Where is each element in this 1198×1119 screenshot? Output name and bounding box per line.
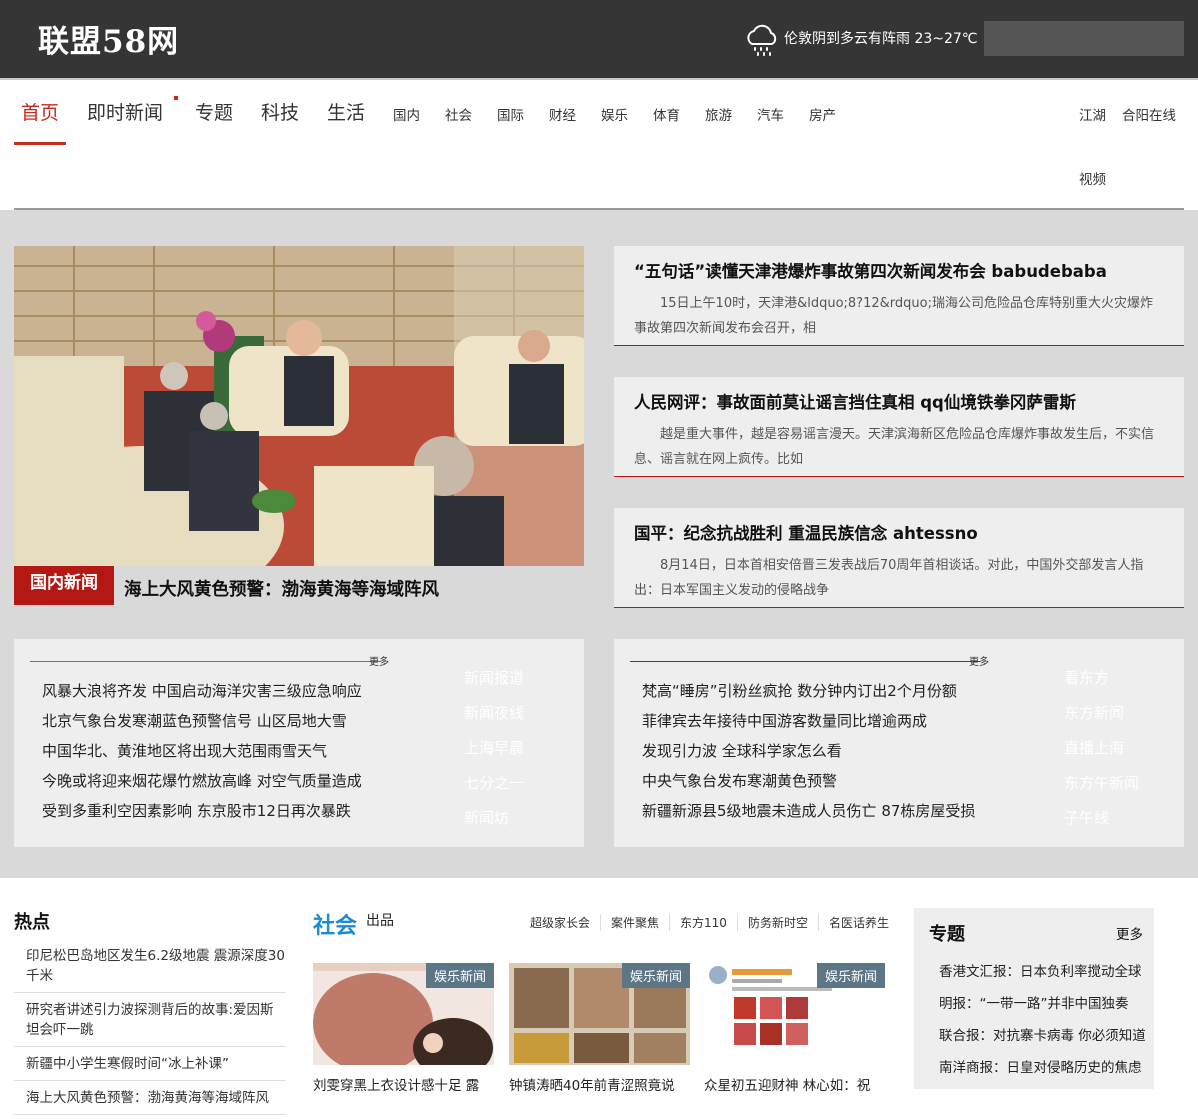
news-card[interactable]: 人民网评：事故面前莫让谣言挡住真相 qq仙境铁拳冈萨雷斯 越是重大事件，越是容易…	[614, 377, 1184, 477]
topics-title: 专题	[929, 924, 965, 945]
program-link[interactable]: 新闻夜线	[464, 696, 524, 731]
hero-title[interactable]: 海上大风黄色预警：渤海黄海等海域阵风	[124, 576, 439, 601]
nav-tech[interactable]: 科技	[261, 98, 299, 125]
list-item[interactable]: 受到多重利空因素影响 东京股市12日再次暴跌	[42, 796, 362, 826]
more-link[interactable]: 更多	[369, 653, 389, 668]
society-tags: 超级家长会 案件聚焦 东方110 防务新时空 名医话养生	[520, 914, 899, 931]
program-link[interactable]: 看东方	[1064, 661, 1139, 696]
news-card[interactable]: 国平：纪念抗战胜利 重温民族信念 ahtessno 8月14日，日本首相安倍晋三…	[614, 508, 1184, 608]
nav-video[interactable]: 视频	[1079, 168, 1106, 188]
nav-domestic[interactable]: 国内	[393, 104, 420, 124]
topic-item[interactable]: 南洋商报：日皇对侵略历史的焦虑	[939, 1052, 1146, 1084]
nav-entertainment[interactable]: 娱乐	[601, 104, 628, 124]
nav-finance[interactable]: 财经	[549, 104, 576, 124]
program-link[interactable]: 直播上海	[1064, 731, 1139, 766]
thumbnail-title[interactable]: 刘雯穿黑上衣设计感十足 露	[313, 1074, 494, 1094]
society-subtitle: 出品	[366, 913, 394, 929]
list-item[interactable]: 菲律宾去年接待中国游客数量同比增逾两成	[642, 706, 975, 736]
top-header: 联盟58网 伦敦阴到多云有阵雨 23~27℃	[0, 0, 1198, 80]
hot-item[interactable]: 研究者讲述引力波探测背后的故事:爱因斯坦会吓一跳	[14, 997, 286, 1047]
section-rule	[30, 661, 380, 662]
news-card-summary: 8月14日，日本首相安倍晋三发表战后70周年首相谈话。对此，中国外交部发言人指出…	[634, 558, 1144, 598]
thumbnail-title[interactable]: 钟镇涛晒40年前青涩照竟说	[509, 1074, 690, 1094]
nav-special[interactable]: 专题	[195, 98, 233, 125]
news-card[interactable]: “五句话”读懂天津港爆炸事故第四次新闻发布会 babudebaba 15日上午1…	[614, 246, 1184, 346]
topics-more-link[interactable]: 更多	[1116, 923, 1143, 943]
search-input[interactable]	[984, 21, 1184, 56]
hot-title: 热点	[14, 912, 50, 933]
nav-travel[interactable]: 旅游	[705, 104, 732, 124]
list-item[interactable]: 今晚或将迎来烟花爆竹燃放高峰 对空气质量造成	[42, 766, 362, 796]
site-logo[interactable]: 联盟58网	[38, 16, 179, 61]
hot-item[interactable]: 海上大风黄色预警：渤海黄海等海域阵风	[14, 1085, 286, 1115]
program-link[interactable]: 新闻报道	[464, 661, 524, 696]
program-link[interactable]: 东方新闻	[1064, 696, 1139, 731]
tag-link[interactable]: 防务新时空	[736, 914, 818, 931]
topic-item[interactable]: 明报：“一带一路”并非中国独奏	[939, 988, 1146, 1020]
main-nav: 首页 即时新闻 专题 科技 生活 国内 社会 国际 财经 娱乐 体育 旅游 汽车…	[0, 80, 1198, 210]
news-card-title[interactable]: 人民网评：事故面前莫让谣言挡住真相 qq仙境铁拳冈萨雷斯	[634, 389, 1164, 413]
nav-breaking-news[interactable]: 即时新闻	[87, 98, 163, 125]
nav-life[interactable]: 生活	[327, 98, 365, 125]
news-card-summary: 15日上午10时，天津港&ldquo;8?12&rdquo;瑞海公司危险品仓库特…	[634, 296, 1153, 336]
tag-link[interactable]: 名医话养生	[817, 914, 899, 931]
news-list-box-right: 更多 梵高“睡房”引粉丝疯抢 数分钟内订出2个月份额 菲律宾去年接待中国游客数量…	[614, 639, 1184, 847]
thumbnail-title[interactable]: 众星初五迎财神 林心如：祝	[704, 1074, 885, 1094]
hot-item[interactable]: 新疆中小学生寒假时间“冰上补课”	[14, 1051, 286, 1081]
news-thumbnail[interactable]: 娱乐新闻	[313, 963, 494, 1065]
news-list-box-left: 更多 风暴大浪将齐发 中国启动海洋灾害三级应急响应 北京气象台发寒潮蓝色预警信号…	[14, 639, 584, 847]
list-item[interactable]: 新疆新源县5级地震未造成人员伤亡 87栋房屋受损	[642, 796, 975, 826]
program-link[interactable]: 七分之一	[464, 766, 524, 801]
pic-category-tag: 娱乐新闻	[425, 963, 494, 988]
program-link[interactable]: 新闻坊	[464, 801, 524, 836]
nav-society[interactable]: 社会	[445, 104, 472, 124]
hot-item[interactable]: 印尼松巴岛地区发生6.2级地震 震源深度30千米	[14, 943, 286, 993]
news-thumbnail[interactable]: 娱乐新闻	[704, 963, 885, 1065]
program-link[interactable]: 子午线	[1064, 801, 1139, 836]
list-item[interactable]: 风暴大浪将齐发 中国启动海洋灾害三级应急响应	[42, 676, 362, 706]
program-link[interactable]: 东方午新闻	[1064, 766, 1139, 801]
nav-realestate[interactable]: 房产	[809, 104, 836, 124]
nav-home[interactable]: 首页	[13, 98, 67, 145]
weather-text: 伦敦阴到多云有阵雨 23~27℃	[784, 31, 978, 47]
tag-link[interactable]: 超级家长会	[520, 914, 600, 931]
topic-item[interactable]: 香港文汇报：日本负利率搅动全球	[939, 956, 1146, 988]
nav-heyang-online[interactable]: 合阳在线	[1122, 104, 1176, 124]
society-title[interactable]: 社会	[313, 908, 357, 940]
nav-jianghu[interactable]: 江湖	[1079, 104, 1106, 124]
hot-section: 热点 印尼松巴岛地区发生6.2级地震 震源深度30千米 研究者讲述引力波探测背后…	[14, 908, 286, 1119]
pic-category-tag: 娱乐新闻	[621, 963, 690, 988]
hero-caption[interactable]: 国内新闻 海上大风黄色预警：渤海黄海等海域阵风	[14, 566, 584, 606]
more-link[interactable]: 更多	[969, 653, 989, 668]
nav-auto[interactable]: 汽车	[757, 104, 784, 124]
hero-image[interactable]	[14, 246, 584, 566]
news-card-summary: 越是重大事件，越是容易谣言漫天。天津滨海新区危险品仓库爆炸事故发生后，不实信息、…	[634, 427, 1155, 467]
list-item[interactable]: 北京气象台发寒潮蓝色预警信号 山区局地大雪	[42, 706, 362, 736]
list-item[interactable]: 发现引力波 全球科学家怎么看	[642, 736, 975, 766]
topics-panel: 专题 更多 香港文汇报：日本负利率搅动全球 明报：“一带一路”并非中国独奏 联合…	[914, 908, 1154, 1089]
rain-cloud-icon	[747, 24, 777, 56]
nav-international[interactable]: 国际	[497, 104, 524, 124]
list-item[interactable]: 中国华北、黄淮地区将出现大范围雨雪天气	[42, 736, 362, 766]
section-rule	[630, 661, 980, 662]
news-card-title[interactable]: “五句话”读懂天津港爆炸事故第四次新闻发布会 babudebaba	[634, 258, 1164, 282]
list-item[interactable]: 梵高“睡房”引粉丝疯抢 数分钟内订出2个月份额	[642, 676, 975, 706]
weather-widget[interactable]: 伦敦阴到多云有阵雨 23~27℃	[742, 18, 978, 58]
news-thumbnail[interactable]: 娱乐新闻	[509, 963, 690, 1065]
tag-link[interactable]: 案件聚焦	[600, 914, 669, 931]
pic-category-tag: 娱乐新闻	[816, 963, 885, 988]
nav-sports[interactable]: 体育	[653, 104, 680, 124]
tag-link[interactable]: 东方110	[669, 914, 737, 931]
new-badge-dot	[174, 96, 178, 100]
news-card-title[interactable]: 国平：纪念抗战胜利 重温民族信念 ahtessno	[634, 520, 1164, 544]
program-link[interactable]: 上海早晨	[464, 731, 524, 766]
list-item[interactable]: 中央气象台发布寒潮黄色预警	[642, 766, 975, 796]
topic-item[interactable]: 联合报：对抗寨卡病毒 你必须知道	[939, 1020, 1146, 1052]
hero-category-tag: 国内新闻	[14, 566, 114, 605]
